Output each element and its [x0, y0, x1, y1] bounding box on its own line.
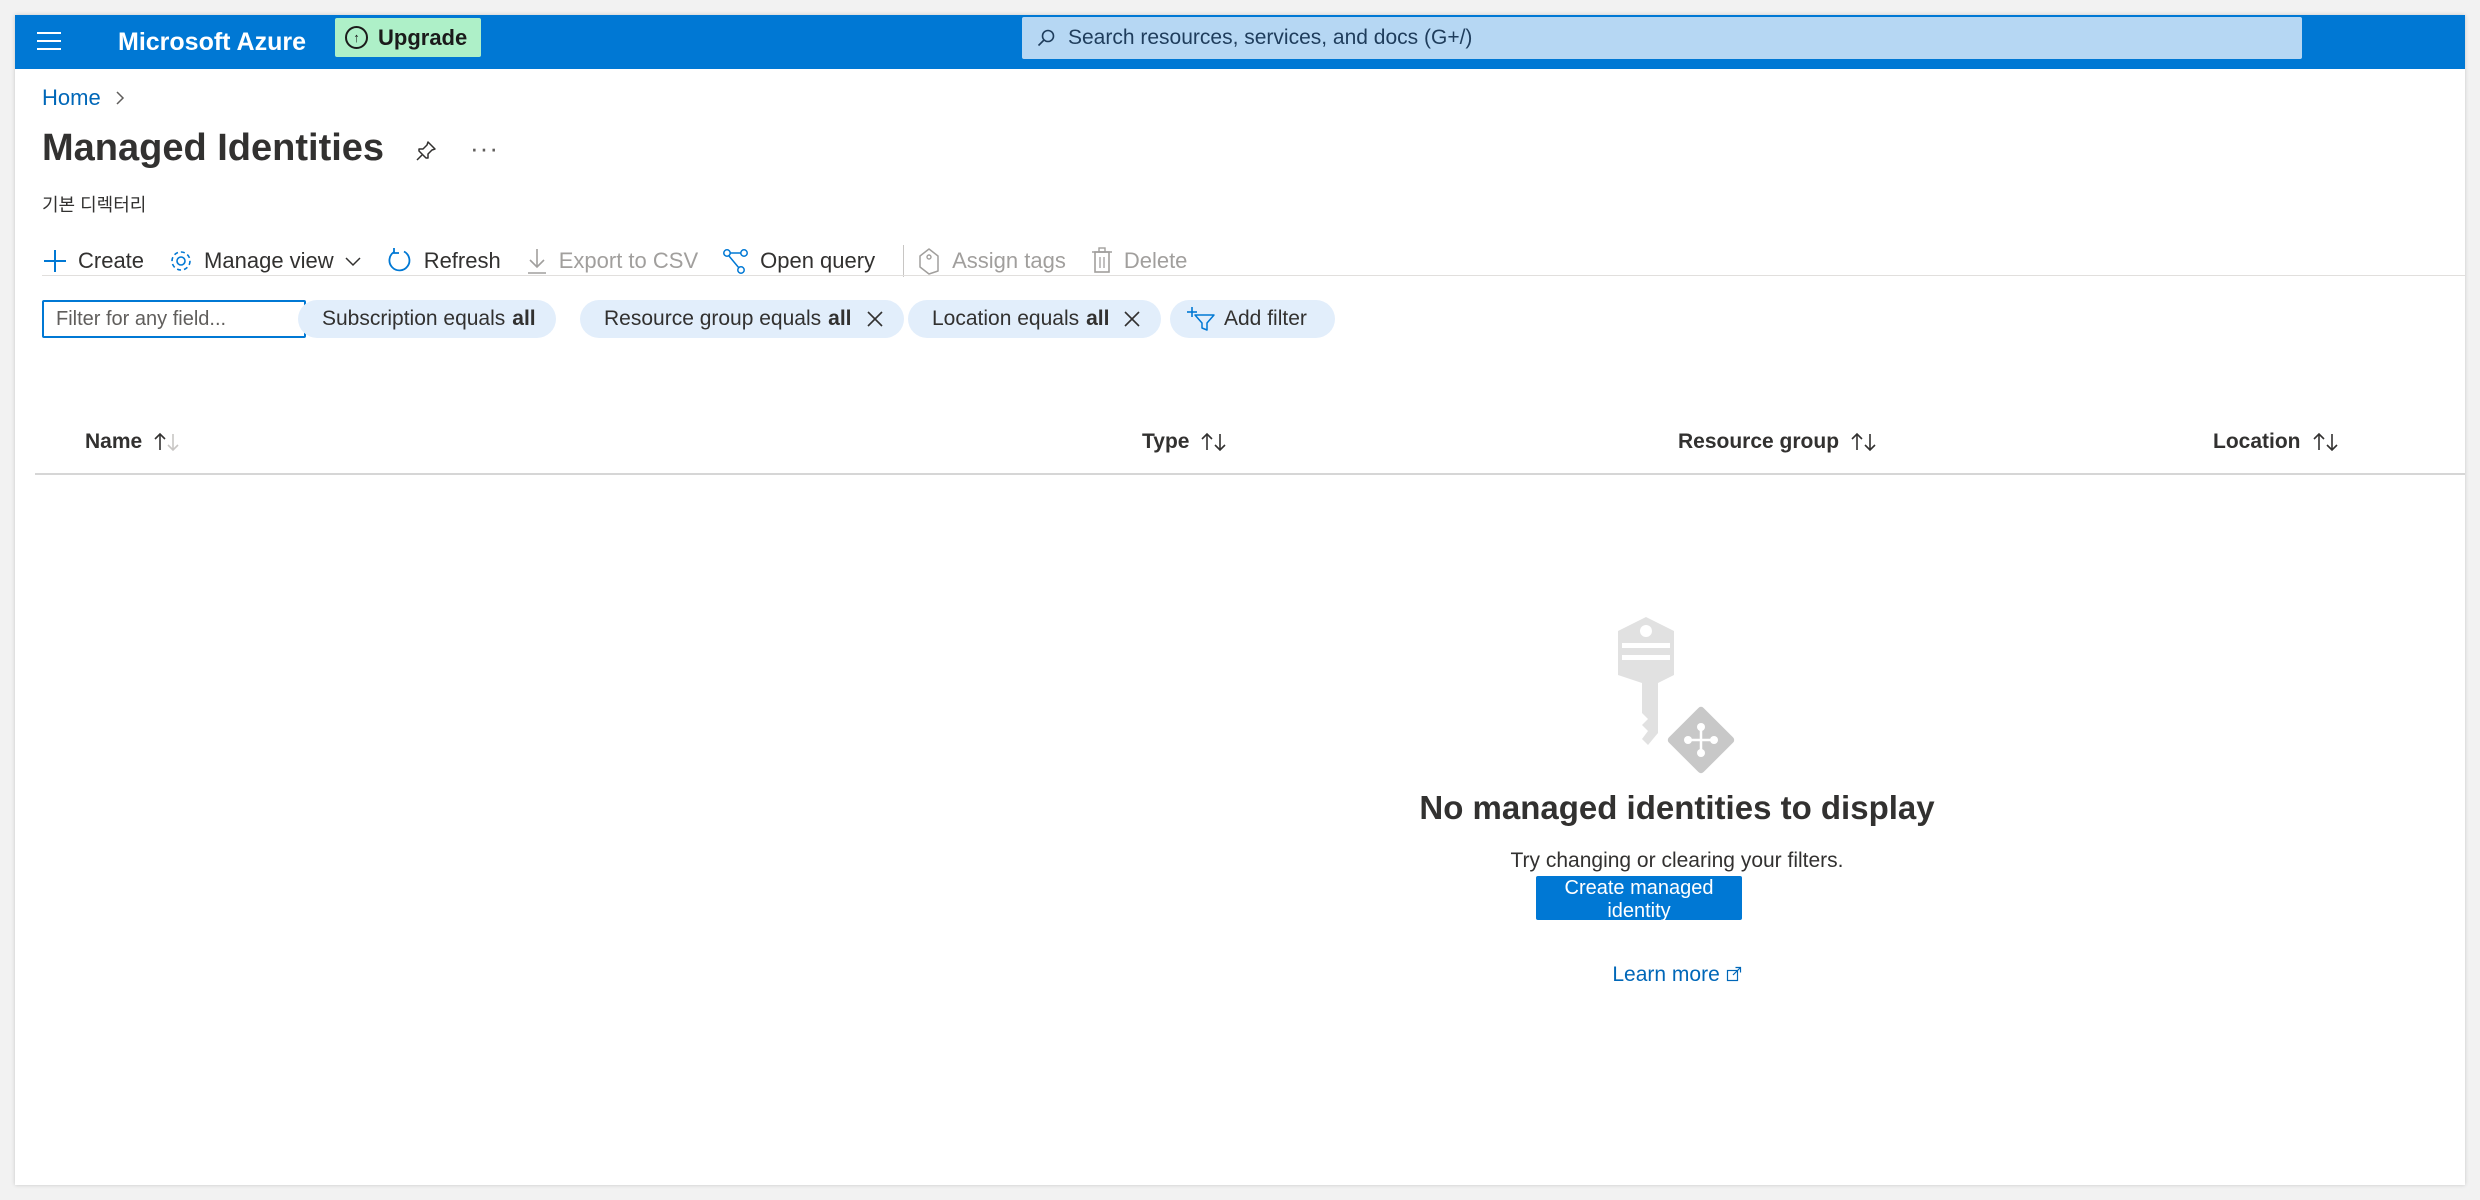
- sort-icon: [1201, 432, 1227, 452]
- empty-state-description: Try changing or clearing your filters.: [1510, 849, 1844, 872]
- add-filter-icon: [1187, 307, 1215, 331]
- page-subtitle: 기본 디렉터리: [42, 195, 147, 215]
- resource-group-filter-label: Resource group equals: [604, 307, 822, 330]
- search-icon: [1037, 29, 1055, 47]
- page-title: Managed Identities: [42, 127, 385, 169]
- upgrade-button[interactable]: ↑ Upgrade: [335, 18, 482, 57]
- export-csv-label: Export to CSV: [558, 248, 699, 273]
- sort-icon: [1851, 432, 1876, 452]
- breadcrumb-home-link[interactable]: Home: [42, 85, 101, 111]
- arrow-up-circle-icon: ↑: [345, 26, 368, 49]
- brand-name[interactable]: Microsoft Azure: [118, 15, 306, 69]
- location-filter-pill[interactable]: Location equals all: [908, 300, 1162, 338]
- plus-icon: [44, 250, 66, 272]
- command-bar-divider: [42, 275, 2465, 276]
- close-icon[interactable]: [866, 310, 884, 328]
- learn-more-container: Learn more: [1237, 963, 2117, 987]
- subscription-filter-pill[interactable]: Subscription equals all: [298, 300, 556, 338]
- breadcrumb: Home: [42, 85, 125, 111]
- column-header-location[interactable]: Location: [2213, 430, 2341, 454]
- command-separator: [903, 245, 905, 277]
- refresh-label: Refresh: [423, 248, 501, 273]
- location-filter-label: Location equals: [932, 307, 1080, 330]
- chevron-down-icon: [345, 257, 361, 267]
- chevron-right-icon: [116, 91, 124, 105]
- learn-more-link[interactable]: Learn more: [1612, 963, 1741, 986]
- create-managed-identity-button[interactable]: Create managed identity: [1536, 876, 1742, 922]
- empty-state-title: No managed identities to display: [1419, 789, 1935, 826]
- download-icon: [527, 249, 546, 274]
- portal-frame: Microsoft Azure ↑ Upgrade Search resourc…: [15, 15, 2465, 1185]
- manage-view-label: Manage view: [204, 248, 334, 273]
- tag-icon: [919, 248, 939, 275]
- column-header-label: Resource group: [1678, 430, 1840, 453]
- column-header-name[interactable]: Name: [85, 430, 182, 454]
- resource-group-filter-pill[interactable]: Resource group equals all: [580, 300, 904, 338]
- query-graph-icon: [723, 249, 749, 274]
- refresh-icon: [388, 248, 411, 272]
- hamburger-icon[interactable]: [37, 30, 63, 52]
- top-bar: Microsoft Azure ↑ Upgrade Search resourc…: [15, 15, 2465, 69]
- open-query-label: Open query: [760, 248, 876, 273]
- column-header-label: Location: [2213, 430, 2301, 453]
- delete-label: Delete: [1123, 248, 1188, 273]
- create-label: Create: [78, 248, 145, 273]
- column-header-resource-group[interactable]: Resource group: [1678, 430, 1879, 454]
- command-bar: Create Manage view Refresh Export to CSV…: [42, 231, 1211, 291]
- subscription-filter-value: all: [512, 307, 536, 330]
- global-search-input[interactable]: Search resources, services, and docs (G+…: [1022, 17, 2302, 59]
- add-filter-label: Add filter: [1224, 307, 1307, 330]
- external-link-icon: [1726, 966, 1741, 982]
- column-header-label: Type: [1142, 430, 1190, 453]
- gear-icon: [171, 251, 191, 271]
- pin-icon[interactable]: [414, 139, 438, 163]
- trash-icon: [1091, 247, 1112, 273]
- subscription-filter-label: Subscription equals: [322, 307, 506, 330]
- add-filter-button[interactable]: Add filter: [1170, 300, 1335, 338]
- column-header-label: Name: [85, 430, 143, 453]
- column-header-type[interactable]: Type: [1142, 430, 1229, 454]
- sort-icon: [2312, 432, 2338, 452]
- learn-more-label: Learn more: [1612, 963, 1720, 986]
- sort-icon: [154, 432, 179, 452]
- managed-identity-key-icon: [1618, 617, 1740, 779]
- resource-group-filter-value: all: [828, 307, 852, 330]
- close-icon[interactable]: [1123, 310, 1141, 328]
- filter-input[interactable]: [42, 300, 306, 338]
- upgrade-label: Upgrade: [378, 24, 468, 50]
- location-filter-value: all: [1086, 307, 1110, 330]
- search-placeholder: Search resources, services, and docs (G+…: [1068, 26, 1473, 49]
- assign-tags-label: Assign tags: [952, 248, 1066, 273]
- more-options-button[interactable]: ···: [470, 133, 499, 164]
- table-header-divider: [35, 473, 2465, 475]
